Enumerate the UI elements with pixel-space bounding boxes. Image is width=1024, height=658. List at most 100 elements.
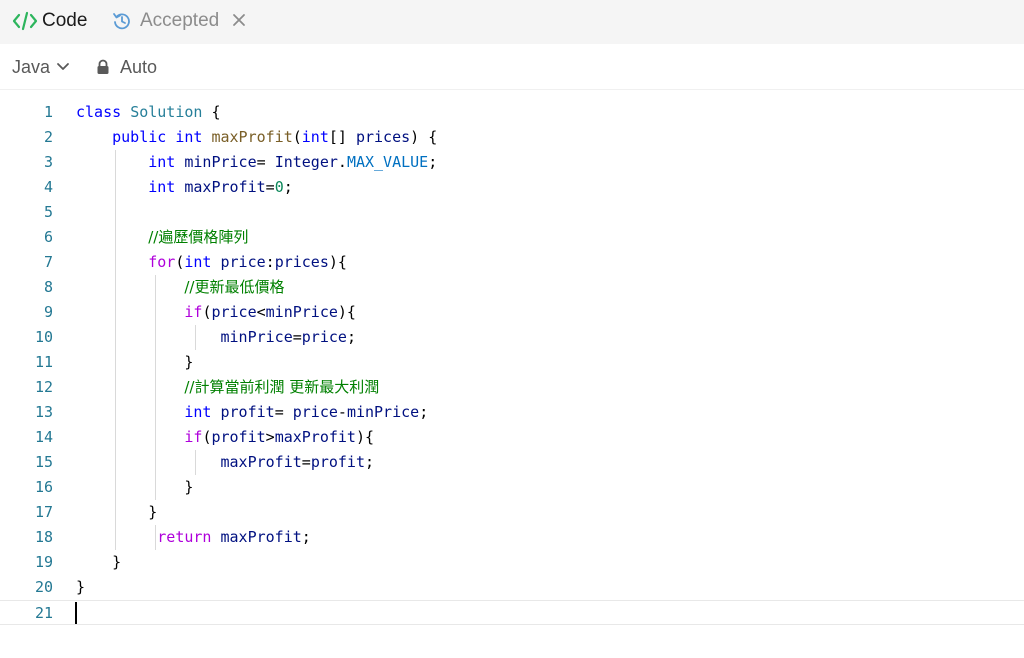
line-number: 11 (34, 353, 53, 371)
code-token: ; (283, 178, 293, 196)
code-line[interactable]: 13 int profit= price-minPrice; (0, 400, 1024, 425)
code-line[interactable]: 11 } (0, 350, 1024, 375)
line-code: //遍歷價格陣列 (76, 225, 248, 250)
code-token: int (301, 128, 329, 146)
code-token: //計算當前利潤 更新最大利潤 (184, 378, 380, 396)
tab-accepted-label: Accepted (140, 10, 220, 31)
code-line[interactable]: 10 minPrice=price; (0, 325, 1024, 350)
code-token: < (256, 303, 266, 321)
code-token: int (148, 153, 176, 171)
code-line[interactable]: 3 int minPrice= Integer.MAX_VALUE; (0, 150, 1024, 175)
code-line[interactable]: 7 for(int price:prices){ (0, 250, 1024, 275)
line-code: } (76, 500, 157, 525)
line-number: 6 (43, 228, 53, 246)
code-token: Integer (274, 153, 338, 171)
line-number: 10 (34, 328, 53, 346)
code-line[interactable]: 19 } (0, 550, 1024, 575)
code-token: = (265, 178, 275, 196)
code-token: minPrice (265, 303, 338, 321)
code-line[interactable]: 8 //更新最低價格 (0, 275, 1024, 300)
code-token: 0 (274, 178, 284, 196)
code-token: //遍歷價格陣列 (148, 228, 249, 246)
code-token: = (274, 403, 293, 421)
line-number: 8 (43, 278, 53, 296)
language-select[interactable]: Java (12, 54, 70, 80)
code-token: Solution (130, 103, 203, 121)
line-number: 18 (34, 528, 53, 546)
line-code: } (76, 350, 193, 375)
auto-mode-label: Auto (120, 56, 158, 77)
line-number: 19 (34, 553, 53, 571)
auto-mode-toggle[interactable]: Auto (96, 54, 157, 80)
code-token: [] (328, 128, 356, 146)
code-line[interactable]: 15 maxProfit=profit; (0, 450, 1024, 475)
code-token: price (301, 328, 347, 346)
code-line[interactable]: 5 (0, 200, 1024, 225)
line-number: 5 (43, 203, 53, 221)
code-token: } (76, 553, 122, 571)
line-number: 14 (34, 428, 53, 446)
code-token: maxProfit (220, 528, 302, 546)
code-token: ; (346, 328, 356, 346)
code-line[interactable]: 16 } (0, 475, 1024, 500)
code-line[interactable]: 20} (0, 575, 1024, 600)
text-cursor (75, 602, 77, 624)
code-token: { (202, 103, 221, 121)
code-token: maxProfit (220, 453, 302, 471)
close-icon[interactable] (228, 8, 250, 32)
code-token: : (265, 253, 275, 271)
code-line[interactable]: 12 //計算當前利潤 更新最大利潤 (0, 375, 1024, 400)
line-number: 4 (43, 178, 53, 196)
tab-bar: Code Accepted (0, 0, 1024, 44)
line-code: maxProfit=profit; (76, 450, 375, 475)
code-line[interactable]: 1 class Solution { (0, 100, 1024, 125)
line-number: 17 (34, 503, 53, 521)
code-token: ){ (337, 303, 356, 321)
code-line[interactable]: 21 (0, 600, 1024, 625)
code-line[interactable]: 2 public int maxProfit(int[] prices) { (0, 125, 1024, 150)
code-line[interactable]: 6 //遍歷價格陣列 (0, 225, 1024, 250)
code-line[interactable]: 18 return maxProfit; (0, 525, 1024, 550)
line-code: } (76, 475, 193, 500)
code-token: public (112, 128, 167, 146)
line-code: //計算當前利潤 更新最大利潤 (76, 375, 379, 400)
line-number: 1 (43, 103, 53, 121)
code-line[interactable]: 17 } (0, 500, 1024, 525)
code-editor[interactable]: 1 class Solution {2 public int maxProfit(… (0, 100, 1024, 640)
code-token: profit (310, 453, 365, 471)
lock-icon (96, 59, 110, 75)
code-line[interactable]: 14 if(profit>maxProfit){ (0, 425, 1024, 450)
code-token: maxProfit (274, 428, 356, 446)
code-token: = (256, 153, 275, 171)
line-code: public int maxProfit(int[] prices) { (76, 125, 437, 150)
language-label: Java (12, 56, 51, 77)
code-token: return (157, 528, 212, 546)
code-token: ; (301, 528, 311, 546)
line-code: int minPrice= Integer.MAX_VALUE; (76, 150, 437, 175)
line-code: minPrice=price; (76, 325, 356, 350)
code-token: = (301, 453, 311, 471)
code-token: ){ (355, 428, 375, 446)
code-token: int (184, 403, 212, 421)
line-code: } (76, 575, 85, 600)
code-token: int (184, 253, 212, 271)
tab-accepted[interactable]: Accepted (112, 0, 219, 42)
code-token: ; (365, 453, 375, 471)
code-token: > (265, 428, 275, 446)
line-code: if(profit>maxProfit){ (76, 425, 374, 450)
code-token: price (220, 253, 266, 271)
code-token: } (76, 353, 194, 371)
code-line[interactable]: 9 if(price<minPrice){ (0, 300, 1024, 325)
code-token: ; (419, 403, 429, 421)
code-token: ( (292, 128, 302, 146)
code-token: ){ (328, 253, 347, 271)
tab-code[interactable]: Code (12, 0, 87, 42)
code-line[interactable]: 4 int maxProfit=0; (0, 175, 1024, 200)
